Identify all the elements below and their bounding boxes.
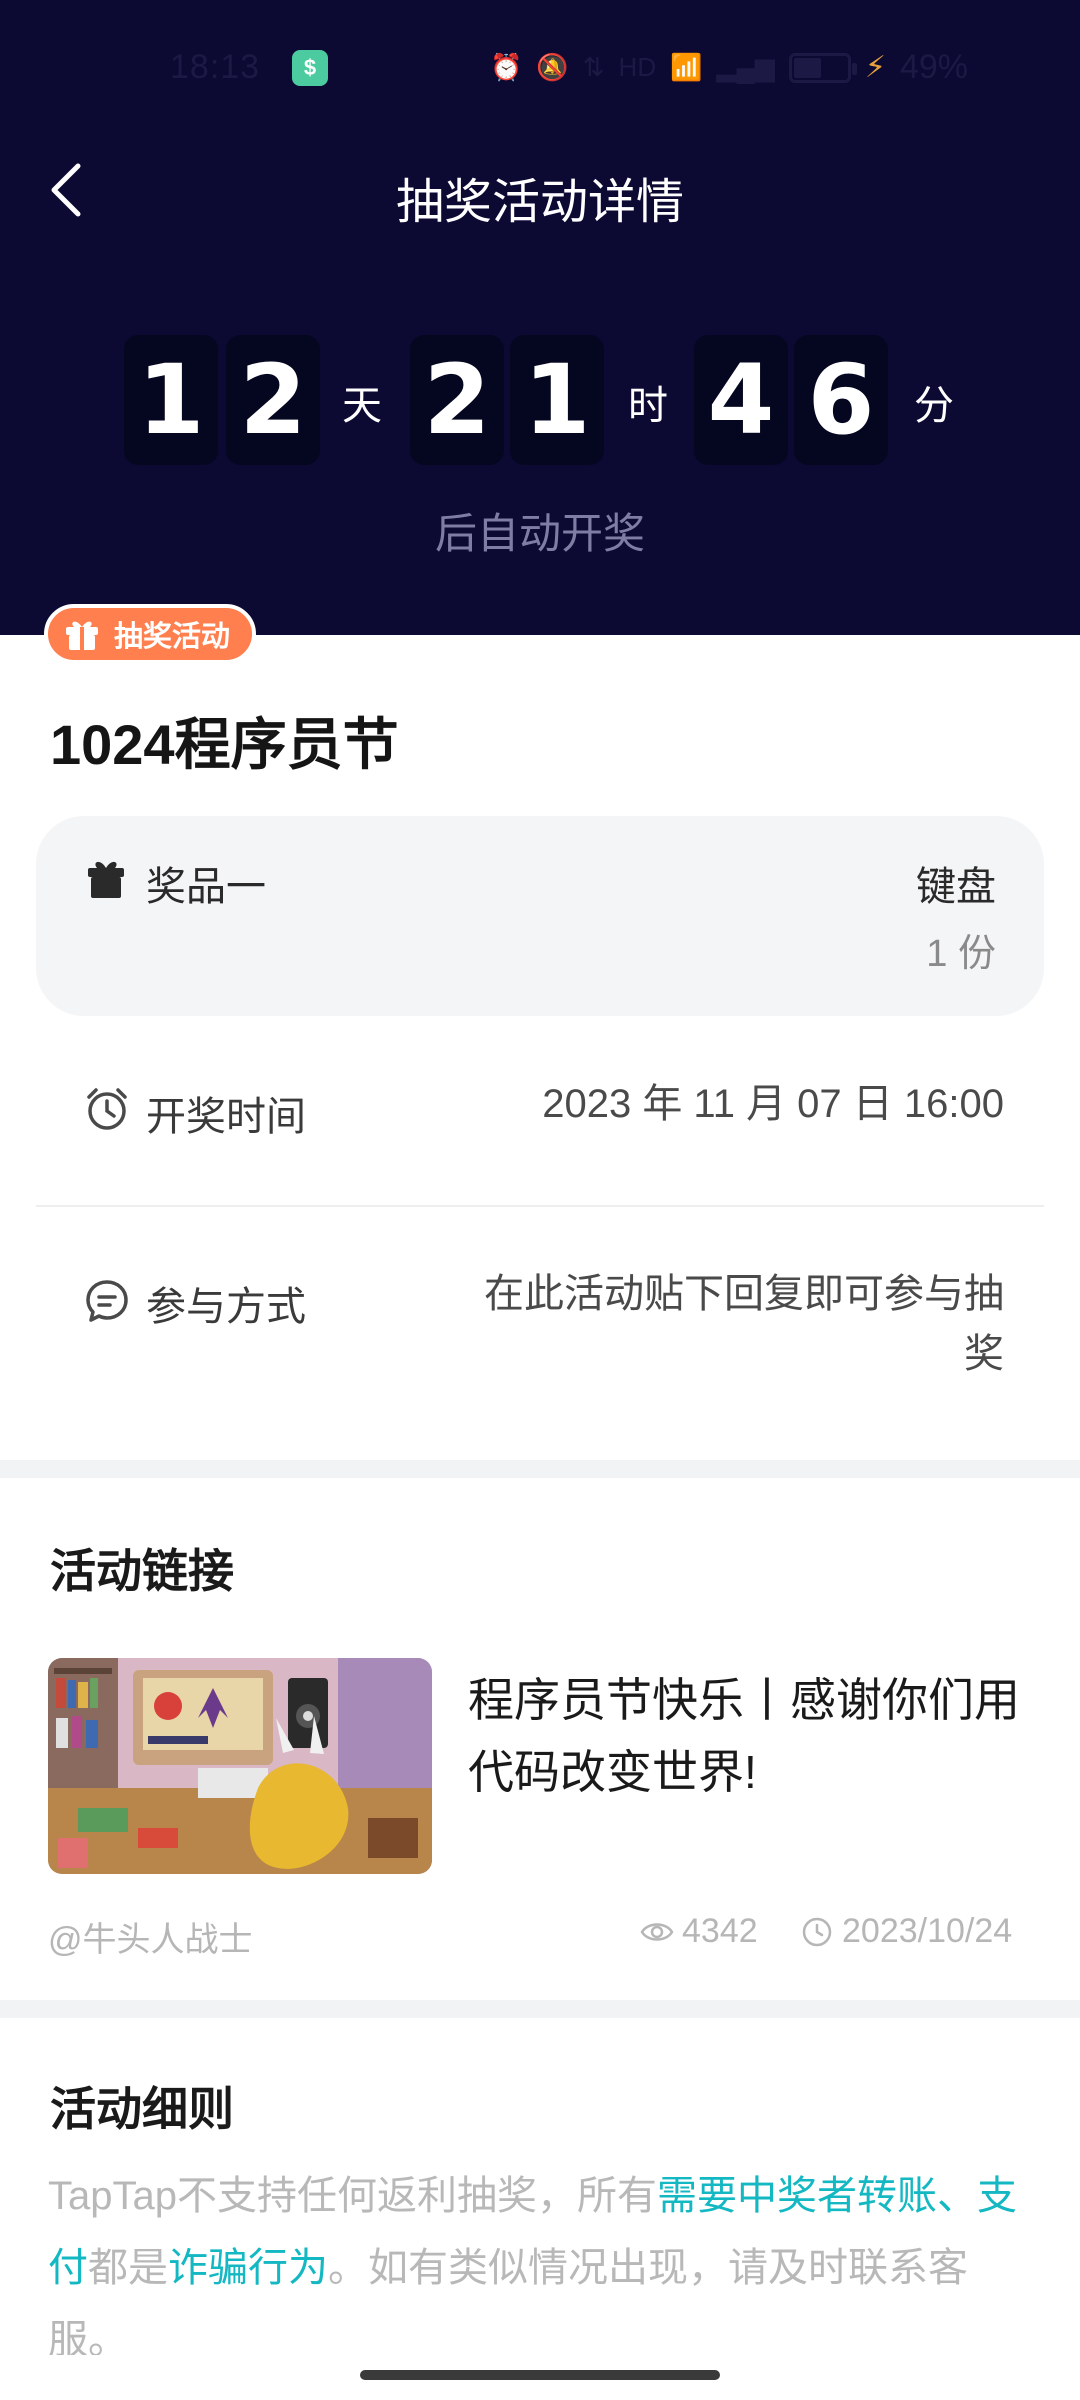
link-section-title: 活动链接 — [50, 1545, 234, 1597]
alarm-clock-icon — [87, 1088, 127, 1130]
home-indicator[interactable] — [360, 2370, 720, 2380]
countdown-minute-unit: 分 — [914, 384, 954, 428]
post-date-text: 2023/10/24 — [842, 1912, 1013, 1950]
lottery-tag: 抽奖活动 — [44, 604, 256, 664]
post-title: 程序员节快乐丨感谢你们用代码改变世界! — [468, 1674, 1020, 1798]
rules-text: TapTap不支持任何返利抽奖，所有需要中奖者转账、支付都是诈骗行为。如有类似情… — [48, 2160, 1038, 2355]
countdown-minute-digit: 4 — [694, 335, 788, 465]
mute-icon: 🔕 — [536, 52, 569, 82]
hd-icon: HD — [618, 52, 657, 82]
countdown-day-digit: 1 — [124, 335, 218, 465]
countdown-day-digit: 2 — [226, 335, 320, 465]
section-gap — [0, 2000, 1080, 2018]
header-banner: 18:13 $ ⏰ 🔕 ⇅ HD 📶 ▂▄▆ ⚡ 49% 抽奖活动详情 1 2 … — [0, 0, 1080, 635]
post-thumbnail — [48, 1658, 432, 1874]
section-gap — [0, 1460, 1080, 1478]
battery-icon — [788, 52, 857, 83]
post-date: 2023/10/24 — [800, 1912, 1012, 1951]
participation-row: 参与方式 在此活动贴下回复即可参与抽 奖 — [36, 1270, 1044, 1400]
rules-text-part: 都是 — [88, 2246, 168, 2290]
participation-value-line: 在此活动贴下回复即可参与抽 — [484, 1272, 1004, 1316]
post-views: 4342 — [640, 1912, 758, 1951]
countdown-minute-digit: 6 — [794, 335, 888, 465]
countdown-hour-unit: 时 — [628, 384, 668, 428]
status-bar: 18:13 $ ⏰ 🔕 ⇅ HD 📶 ▂▄▆ ⚡ 49% — [0, 0, 1080, 135]
signal-icon: ▂▄▆ — [716, 52, 775, 82]
gift-icon — [88, 861, 124, 898]
event-title: 1024程序员节 — [50, 713, 399, 776]
dollar-app-icon: $ — [292, 50, 328, 86]
countdown-subtitle: 后自动开奖 — [434, 510, 645, 557]
divider — [36, 1205, 1044, 1207]
draw-time-row: 开奖时间 2023 年 11 月 07 日 16:00 — [36, 1080, 1044, 1160]
rules-highlight: 诈骗行为 — [168, 2246, 328, 2290]
draw-time-value: 2023 年 11 月 07 日 16:00 — [542, 1082, 1004, 1126]
prize-label: 奖品一 — [146, 865, 266, 909]
activity-link-card[interactable]: 程序员节快乐丨感谢你们用代码改变世界! — [48, 1656, 1038, 1876]
battery-percent: 49% — [899, 48, 969, 86]
status-icons: ⏰ 🔕 ⇅ HD 📶 ▂▄▆ ⚡ 49% — [490, 48, 968, 87]
author-name: @牛头人战士 — [48, 1921, 253, 1959]
view-count: 4342 — [682, 1912, 758, 1950]
rules-text-part: TapTap不支持任何返利抽奖，所有 — [48, 2174, 657, 2218]
tag-label: 抽奖活动 — [114, 621, 231, 653]
rules-section-title: 活动细则 — [50, 2083, 234, 2135]
gift-icon — [66, 621, 98, 650]
post-author[interactable]: @牛头人战士 — [48, 1912, 253, 1961]
status-time: 18:13 — [170, 48, 261, 86]
alarm-icon: ⏰ — [490, 52, 523, 82]
prize-card: 奖品一 键盘 1 份 — [36, 816, 1044, 1016]
countdown-hour-digit: 2 — [410, 335, 504, 465]
participation-label: 参与方式 — [146, 1285, 306, 1329]
countdown-day-unit: 天 — [342, 384, 382, 428]
network-speed-icon: ⇅ — [582, 52, 605, 82]
participation-value: 在此活动贴下回复即可参与抽 奖 — [404, 1264, 1004, 1384]
page-title: 抽奖活动详情 — [395, 176, 684, 229]
chat-bubble-icon — [86, 1280, 128, 1322]
wifi-icon: 📶 — [670, 52, 703, 82]
prize-name: 键盘 — [916, 865, 996, 909]
eye-icon — [640, 1922, 674, 1941]
countdown-timer: 1 2 天 2 1 时 4 6 分 — [0, 335, 1080, 465]
countdown-hour-digit: 1 — [510, 335, 604, 465]
draw-time-label: 开奖时间 — [146, 1095, 306, 1139]
nav-bar: 抽奖活动详情 — [0, 140, 1080, 240]
charging-icon: ⚡ — [864, 51, 886, 84]
prize-quantity: 1 份 — [926, 933, 996, 975]
pixel-art-thumbnail — [48, 1658, 432, 1874]
clock-icon — [802, 1917, 832, 1946]
participation-value-line: 奖 — [964, 1332, 1004, 1376]
